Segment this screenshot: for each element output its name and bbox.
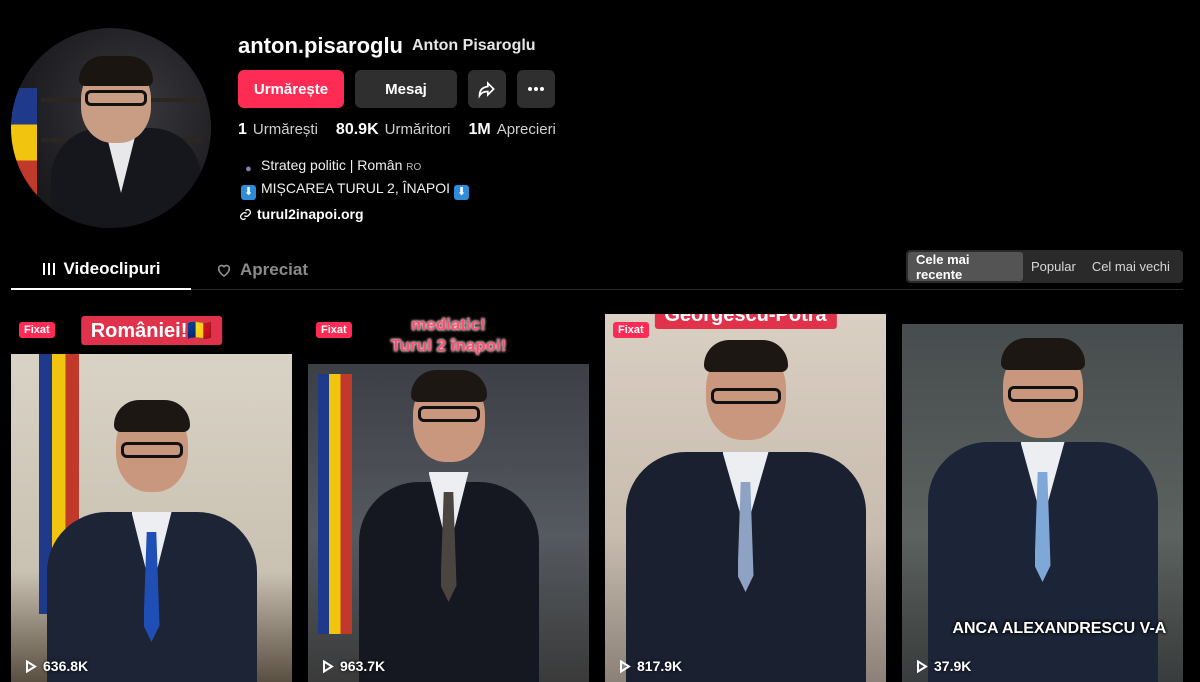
view-count: 963.7K [322, 658, 385, 674]
share-icon [478, 81, 495, 99]
heart-icon [217, 264, 231, 277]
more-options-button[interactable] [517, 70, 555, 108]
video-thumbnail [11, 314, 292, 682]
video-card[interactable]: României!🇷🇴 Fixat 636.8K [11, 314, 292, 682]
grid-icon [42, 263, 55, 275]
view-count: 636.8K [25, 658, 88, 674]
pinned-badge: Fixat [19, 322, 55, 338]
message-button[interactable]: Mesaj [355, 70, 457, 108]
down-arrow-icon: ⬇ [241, 185, 256, 200]
followers-stat[interactable]: 80.9K Urmăritori [336, 121, 451, 139]
tab-videos[interactable]: Videoclipuri [11, 250, 191, 290]
likes-stat: 1M Aprecieri [468, 121, 556, 138]
video-caption: României!🇷🇴 [80, 316, 223, 345]
down-arrow-icon: ⬇ [453, 185, 469, 200]
video-thumbnail [605, 314, 886, 682]
profile-link[interactable]: turul2inapoi.org [239, 206, 364, 222]
video-card[interactable]: ANCA ALEXANDRESCU V-A 37.9K [902, 314, 1183, 682]
more-dots-icon [528, 87, 544, 91]
display-name: Anton Pisaroglu [412, 37, 536, 54]
video-caption: ANCA ALEXANDRESCU V-A [952, 620, 1167, 637]
view-count: 817.9K [619, 658, 682, 674]
sort-recent[interactable]: Cele mai recente [908, 252, 1023, 282]
play-icon [323, 659, 334, 673]
profile-avatar [11, 28, 211, 228]
profile-stats: 1 Urmărești 80.9K Urmăritori 1M Aprecieri [238, 121, 574, 139]
following-stat[interactable]: 1 Urmărești [238, 121, 318, 139]
person-icon: ● [245, 163, 252, 175]
sort-selector: Cele mai recente Popular Cel mai vechi [906, 250, 1183, 283]
play-icon [26, 659, 37, 673]
video-card[interactable]: Georgescu-Potra Fixat 817.9K [605, 314, 886, 682]
play-icon [917, 659, 928, 673]
view-count: 37.9K [916, 658, 971, 674]
sort-oldest[interactable]: Cel mai vechi [1084, 252, 1178, 281]
pinned-badge: Fixat [316, 322, 352, 338]
sort-popular[interactable]: Popular [1023, 252, 1084, 281]
profile-bio: ● Strateg politic | Român RO ⬇ MIȘCAREA TU… [241, 155, 474, 200]
link-icon [239, 208, 252, 220]
username: anton.pisaroglu [238, 33, 403, 58]
video-caption: Georgescu-Potra [654, 314, 837, 329]
share-button[interactable] [468, 70, 506, 108]
video-caption: mediatic! Turul 2 înapoi! [390, 315, 507, 355]
pinned-badge: Fixat [613, 322, 649, 338]
play-icon [620, 659, 631, 673]
tab-liked[interactable]: Apreciat [216, 250, 308, 290]
follow-button[interactable]: Urmărește [238, 70, 344, 108]
video-thumbnail [308, 314, 589, 682]
video-card[interactable]: mediatic! Turul 2 înapoi! Fixat 963.7K [308, 314, 589, 682]
